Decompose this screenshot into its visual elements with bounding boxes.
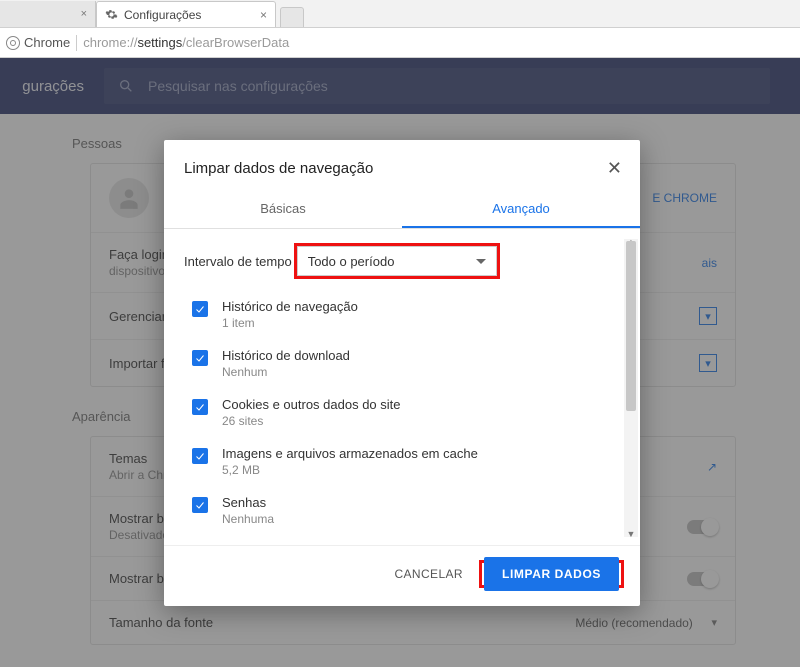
highlight-clear-button: LIMPAR DADOS <box>479 560 624 588</box>
gear-icon <box>105 8 118 21</box>
opt-title: Histórico de download <box>222 348 350 363</box>
time-range-label: Intervalo de tempo <box>184 254 292 269</box>
opt-title: Histórico de navegação <box>222 299 358 314</box>
opt-title: Senhas <box>222 495 274 510</box>
close-button[interactable]: ✕ <box>607 158 622 179</box>
tab-advanced[interactable]: Avançado <box>402 191 640 228</box>
tab-strip: × Configurações × <box>0 0 800 28</box>
active-tab[interactable]: Configurações × <box>96 1 276 27</box>
chevron-down-icon <box>476 259 486 264</box>
clear-data-dialog: Limpar dados de navegação ✕ Básicas Avan… <box>164 140 640 606</box>
close-icon[interactable]: × <box>81 8 87 20</box>
scroll-down-icon[interactable]: ▼ <box>624 529 638 539</box>
cancel-button[interactable]: CANCELAR <box>394 567 463 581</box>
checkbox-row[interactable]: Senhas Nenhuma <box>184 487 620 536</box>
chrome-icon <box>6 36 20 50</box>
opt-sub: 5,2 MB <box>222 463 478 477</box>
tab-title: Configurações <box>124 8 201 22</box>
dialog-tabs: Básicas Avançado <box>164 191 640 229</box>
opt-sub: Nenhuma <box>222 512 274 526</box>
time-range-select[interactable]: Todo o período <box>297 246 497 276</box>
checkbox-row[interactable]: Histórico de navegação 1 item <box>184 291 620 340</box>
url-scheme-label: Chrome <box>24 35 70 50</box>
opt-title: Cookies e outros dados do site <box>222 397 401 412</box>
background-tab[interactable]: × <box>0 1 96 27</box>
separator <box>76 35 77 51</box>
close-icon[interactable]: × <box>260 8 267 22</box>
opt-title: Imagens e arquivos armazenados em cache <box>222 446 478 461</box>
checkbox-checked[interactable] <box>192 497 208 513</box>
tab-basic[interactable]: Básicas <box>164 191 402 228</box>
scrollbar[interactable]: ▲ ▼ <box>624 239 638 537</box>
checkbox-row[interactable]: Histórico de download Nenhum <box>184 340 620 389</box>
checkbox-checked[interactable] <box>192 350 208 366</box>
checkbox-row[interactable]: Preenchimento automático dos dados do fo… <box>184 536 620 539</box>
url-field[interactable]: chrome://settings/clearBrowserData <box>83 35 289 50</box>
clear-data-button[interactable]: LIMPAR DADOS <box>484 557 619 591</box>
opt-sub: 1 item <box>222 316 358 330</box>
scrollbar-thumb[interactable] <box>626 241 636 411</box>
address-bar: Chrome chrome://settings/clearBrowserDat… <box>0 28 800 58</box>
checkbox-checked[interactable] <box>192 399 208 415</box>
new-tab-button[interactable] <box>280 7 304 27</box>
time-range-value: Todo o período <box>308 254 395 269</box>
dialog-title: Limpar dados de navegação <box>184 160 373 177</box>
opt-sub: Nenhum <box>222 365 350 379</box>
checkbox-row[interactable]: Cookies e outros dados do site 26 sites <box>184 389 620 438</box>
checkbox-checked[interactable] <box>192 448 208 464</box>
highlight-time-range: Todo o período <box>294 243 500 279</box>
opt-sub: 26 sites <box>222 414 401 428</box>
checkbox-checked[interactable] <box>192 301 208 317</box>
checkbox-row[interactable]: Imagens e arquivos armazenados em cache 5… <box>184 438 620 487</box>
